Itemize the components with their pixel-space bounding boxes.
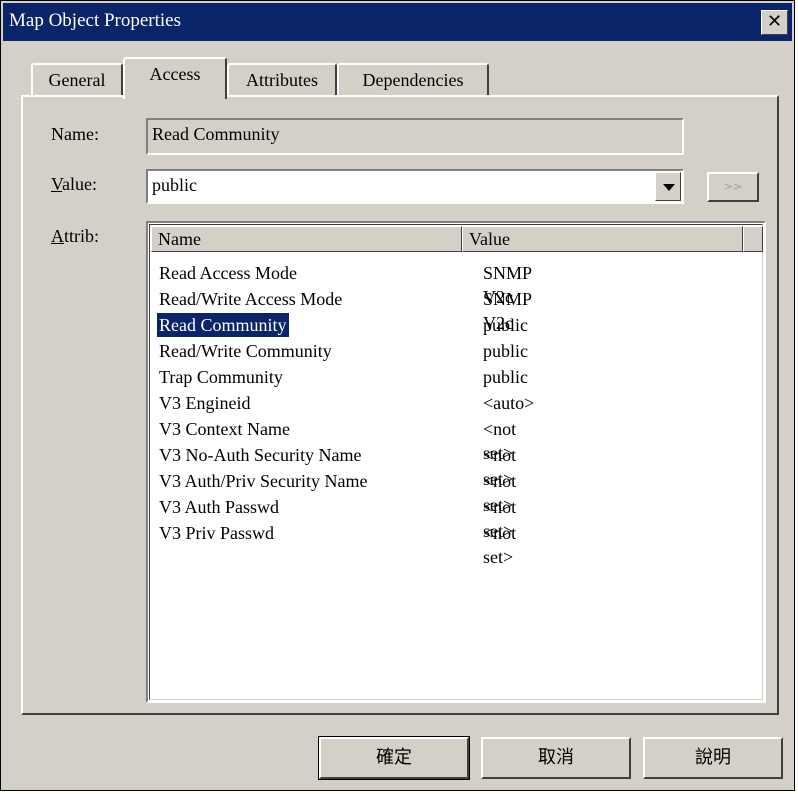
list-item-selected[interactable]: Read Community public <box>156 312 528 338</box>
value-input[interactable]: public <box>152 175 197 196</box>
list-item[interactable]: V3 Auth/Priv Security Name <not set> <box>159 469 516 515</box>
cancel-button[interactable]: 取消 <box>481 737 631 779</box>
value-combobox[interactable]: public <box>146 169 684 204</box>
title-bar[interactable]: Map Object Properties ✕ <box>3 3 792 41</box>
attributes-list[interactable]: Name Value Read Access Mode SNMP V2c Read… <box>146 221 766 703</box>
close-button[interactable]: ✕ <box>761 10 788 35</box>
tab-general[interactable]: General <box>31 63 123 97</box>
attributes-list-frame: Name Value Read Access Mode SNMP V2c Read… <box>149 224 763 700</box>
list-item[interactable]: V3 Context Name <not set> <box>159 417 516 463</box>
list-item[interactable]: Read/Write Community public <box>159 339 528 364</box>
name-label: Name: <box>51 124 99 144</box>
column-header-filler <box>743 226 763 252</box>
tab-dependencies[interactable]: Dependencies <box>337 63 489 97</box>
list-item[interactable]: Read/Write Access Mode SNMP V2c <box>159 287 531 333</box>
list-item[interactable]: Trap Community public <box>159 365 528 390</box>
list-item[interactable]: V3 Auth Passwd <not set> <box>159 495 516 541</box>
help-button[interactable]: 說明 <box>643 737 783 779</box>
tab-access[interactable]: Access <box>123 57 227 99</box>
window-title: Map Object Properties <box>9 10 182 31</box>
list-item[interactable]: V3 No-Auth Security Name <not set> <box>159 443 516 489</box>
name-field: Read Community <box>146 118 684 155</box>
column-header-name[interactable]: Name <box>151 226 462 252</box>
list-item[interactable]: V3 Engineid <auto> <box>159 391 534 416</box>
ok-button[interactable]: 確定 <box>318 736 470 780</box>
attrib-label: Attrib: <box>51 226 99 246</box>
chevron-down-icon <box>663 184 675 191</box>
list-item[interactable]: Read Access Mode SNMP V2c <box>159 261 531 307</box>
more-button[interactable]: >> <box>707 172 759 202</box>
dialog-window: Map Object Properties ✕ General Access A… <box>0 0 795 791</box>
close-icon: ✕ <box>766 11 783 32</box>
list-item[interactable]: V3 Priv Passwd <not set> <box>159 521 516 567</box>
tab-attributes[interactable]: Attributes <box>227 63 337 97</box>
column-header-value[interactable]: Value <box>462 226 743 252</box>
value-label: Value: <box>51 174 97 194</box>
value-dropdown-button[interactable] <box>655 172 681 201</box>
